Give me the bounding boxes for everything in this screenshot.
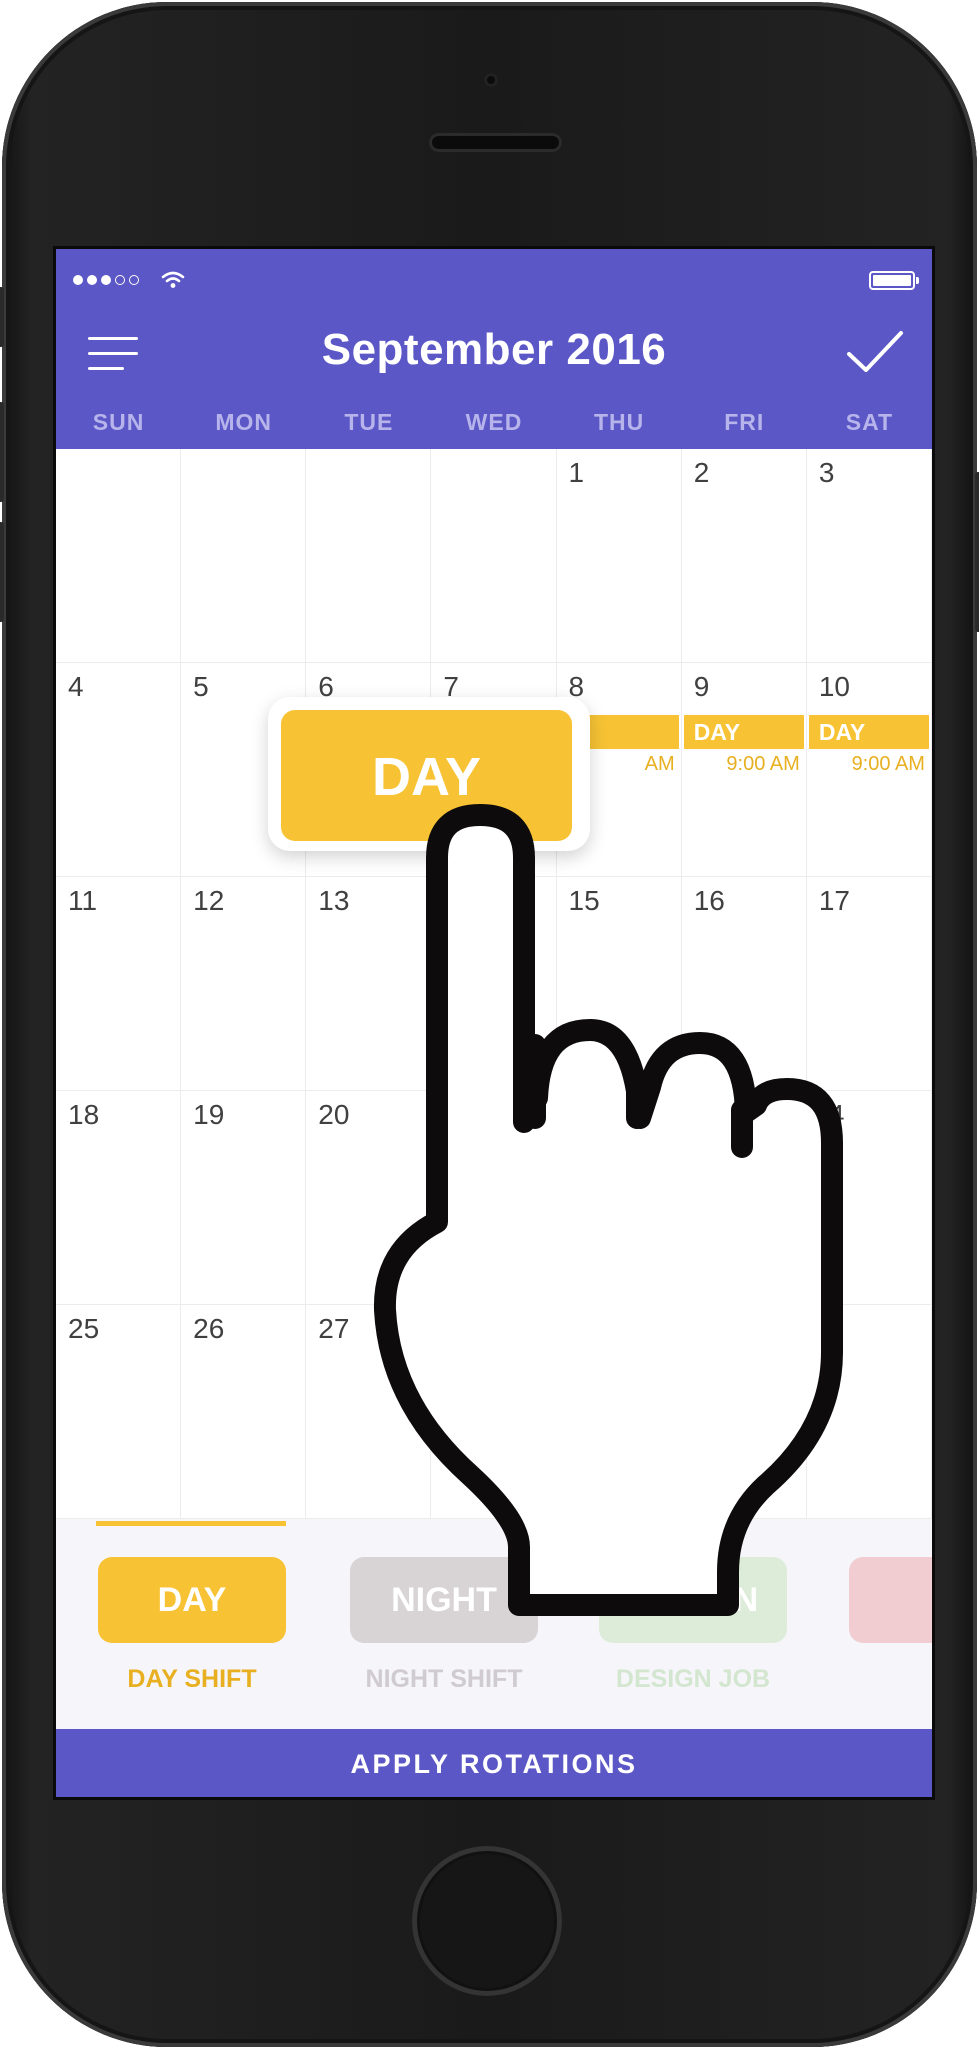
calendar-day-cell[interactable] [181, 449, 307, 663]
day-number: 20 [318, 1099, 350, 1130]
rotation-chip-partial[interactable] [849, 1557, 932, 1643]
rotation-chip-design[interactable]: DESIGN [599, 1557, 787, 1643]
day-number: 26 [193, 1313, 225, 1344]
status-bar-left [73, 271, 185, 289]
volume-down-button [0, 522, 4, 622]
calendar-day-cell[interactable]: 25 [56, 1305, 182, 1519]
calendar-header: September 2016 SUN MON TUE WED THU FRI S… [56, 249, 932, 449]
calendar-day-cell[interactable]: 27 [306, 1305, 432, 1519]
battery-level [873, 275, 911, 286]
day-number: 17 [818, 885, 850, 916]
shift-pill[interactable]: DAY [808, 715, 929, 749]
day-number: 1 [568, 457, 585, 488]
dragged-shift-card[interactable]: DAY [268, 697, 590, 851]
rotation-tray: DAY DAY SHIFT NIGHT NIGHT SHIFT DESIGN D… [56, 1519, 932, 1729]
power-button [975, 472, 979, 632]
shift-pill[interactable]: DAY [683, 715, 804, 749]
calendar-day-cell[interactable]: 16 [681, 877, 807, 1091]
calendar-day-cell[interactable]: 20 [306, 1091, 432, 1305]
calendar-day-cell[interactable] [681, 1091, 807, 1305]
rotation-label-night: NIGHT SHIFT [365, 1665, 523, 1693]
day-number: 10 [818, 671, 850, 702]
calendar-day-cell[interactable]: 4 [56, 663, 182, 877]
home-button[interactable] [412, 1846, 562, 1996]
calendar-day-cell[interactable]: 2 [681, 449, 807, 663]
weekday-label: WED [465, 409, 523, 435]
dragged-shift-chip[interactable]: DAY [281, 710, 572, 841]
day-number: 18 [68, 1099, 100, 1130]
day-number: 12 [193, 885, 225, 916]
calendar-day-cell[interactable]: 15 [556, 877, 682, 1091]
earpiece-speaker [429, 133, 562, 152]
weekday-label: THU [593, 409, 645, 435]
day-number: 4 [828, 1099, 845, 1130]
signal-dot [87, 275, 97, 285]
calendar-day-cell[interactable]: 13 [306, 877, 432, 1091]
calendar-day-cell[interactable] [431, 449, 557, 663]
day-number: 4 [68, 671, 84, 702]
calendar-day-cell[interactable] [431, 877, 557, 1091]
shift-time: AM [644, 753, 675, 775]
calendar-day-cell[interactable]: 17 [806, 877, 932, 1091]
calendar-day-cell[interactable] [681, 1305, 807, 1519]
signal-dot [101, 275, 111, 285]
calendar-day-cell[interactable]: 4 [806, 1091, 932, 1305]
calendar-day-cell[interactable]: 18 [56, 1091, 182, 1305]
rotation-label-day: DAY SHIFT [127, 1665, 257, 1693]
battery-nub [916, 277, 919, 284]
front-camera [484, 73, 498, 87]
day-number: 16 [693, 885, 725, 916]
day-number: 3 [818, 457, 835, 488]
wifi-icon [161, 271, 185, 288]
day-number: 19 [193, 1099, 225, 1130]
calendar-day-cell[interactable]: 9 DAY 9:00 AM [681, 663, 807, 877]
signal-dot [129, 275, 139, 285]
apply-rotations-button[interactable]: APPLY ROTATIONS [56, 1729, 932, 1797]
shift-time: 9:00 AM [851, 753, 925, 775]
checkmark-icon[interactable] [846, 329, 904, 375]
day-number: 13 [318, 885, 350, 916]
volume-up-button [0, 402, 4, 502]
weekday-label: FRI [724, 409, 765, 435]
weekday-label: SAT [845, 409, 894, 435]
calendar-grid: 1 2 3 4 5 6 7 8 AM 9 DAY 9:00 AM 10 DAY … [56, 449, 932, 1519]
page-title: September 2016 [321, 325, 667, 374]
calendar-day-cell[interactable] [431, 1091, 557, 1305]
calendar-day-cell[interactable] [431, 1305, 557, 1519]
signal-dot [73, 275, 83, 285]
day-number: 11 [68, 885, 98, 916]
shift-time: 9:00 AM [726, 753, 800, 775]
calendar-day-cell[interactable]: 10 DAY 9:00 AM [806, 663, 932, 877]
calendar-day-cell[interactable] [56, 449, 182, 663]
rotation-chip-day[interactable]: DAY [98, 1557, 286, 1643]
rotation-label-design: DESIGN JOB [615, 1665, 771, 1693]
day-number: 25 [68, 1313, 100, 1344]
rotation-chip-night[interactable]: NIGHT [350, 1557, 538, 1643]
calendar-day-cell[interactable] [556, 1091, 682, 1305]
day-number: 15 [568, 885, 600, 916]
calendar-day-cell[interactable]: 1 [556, 449, 682, 663]
calendar-day-cell[interactable]: 3 [806, 449, 932, 663]
day-number: 2 [693, 457, 710, 488]
weekday-label: SUN [92, 409, 145, 435]
day-number: 9 [693, 671, 710, 702]
calendar-day-cell[interactable] [806, 1305, 932, 1519]
calendar-day-cell[interactable]: 11 [56, 877, 182, 1091]
calendar-day-cell[interactable]: 26 [181, 1305, 307, 1519]
calendar-day-cell[interactable] [556, 1305, 682, 1519]
day-number: 5 [193, 671, 209, 702]
selected-rotation-indicator [96, 1521, 286, 1526]
calendar-day-cell[interactable]: 19 [181, 1091, 307, 1305]
weekday-row: SUN MON TUE WED THU FRI SAT [56, 409, 932, 436]
weekday-label: TUE [344, 409, 394, 435]
calendar-day-cell[interactable] [306, 449, 432, 663]
calendar-day-cell[interactable]: 12 [181, 877, 307, 1091]
app-screen: September 2016 SUN MON TUE WED THU FRI S… [53, 246, 935, 1800]
battery-icon [869, 271, 919, 290]
signal-dot [115, 275, 125, 285]
mute-switch [0, 287, 4, 347]
day-number: 27 [318, 1313, 350, 1344]
weekday-label: MON [215, 409, 273, 435]
